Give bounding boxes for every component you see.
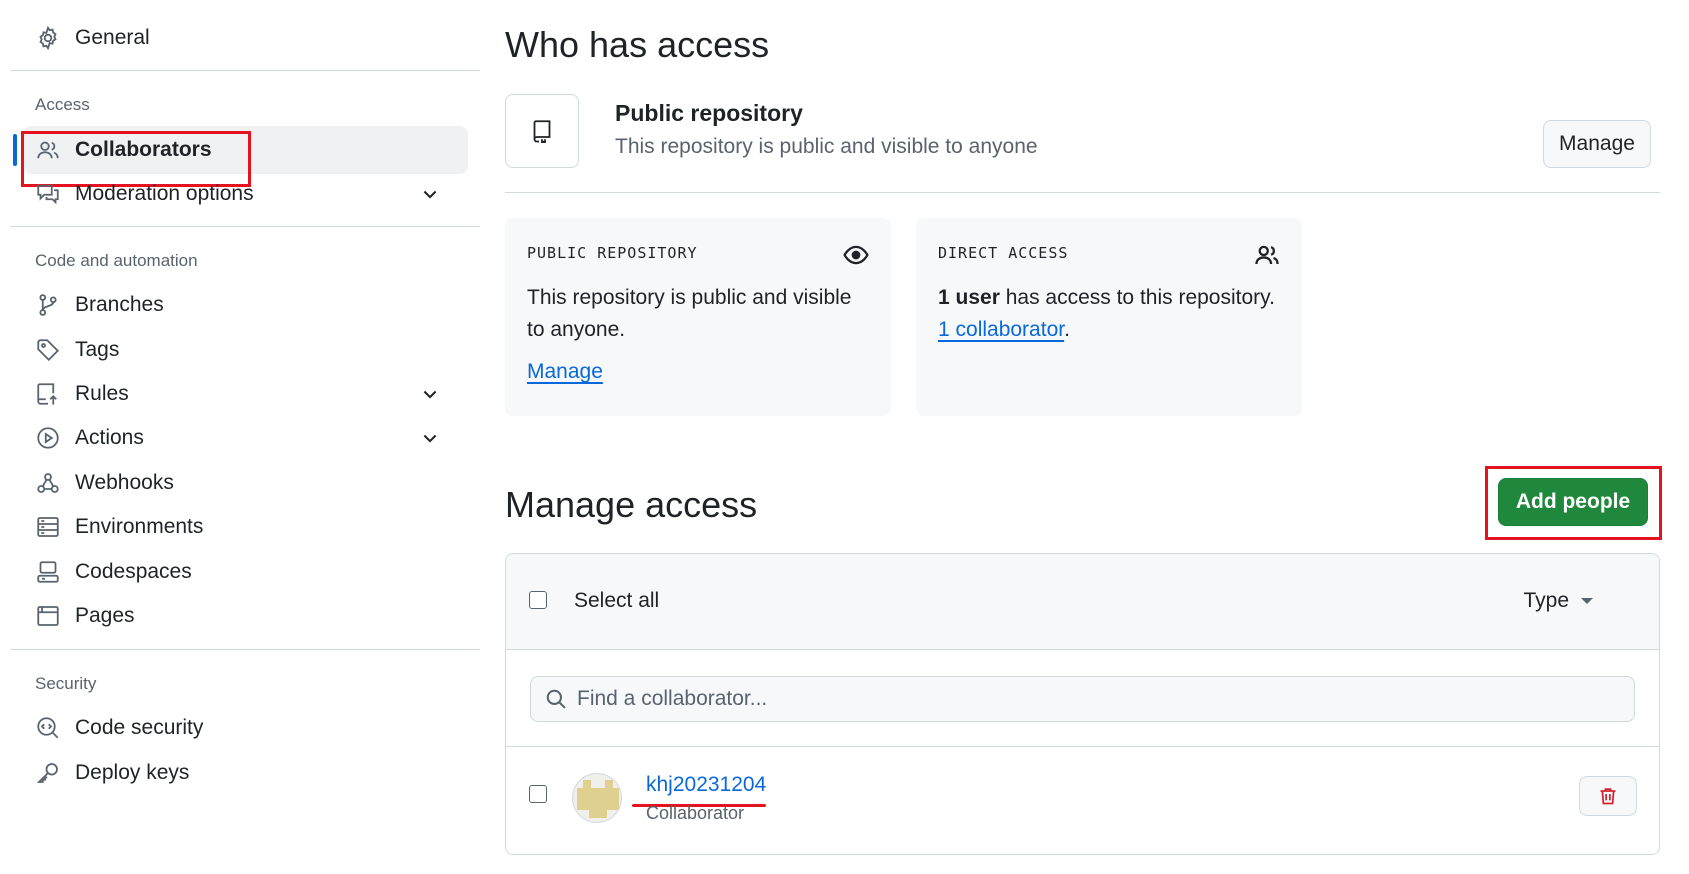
sidebar-item-label: Tags bbox=[75, 338, 120, 361]
sidebar-divider bbox=[10, 226, 480, 227]
codespaces-icon bbox=[35, 559, 61, 585]
comment-discussion-icon bbox=[35, 181, 61, 207]
sidebar-item-pages[interactable]: Pages bbox=[23, 592, 468, 640]
sidebar-section-code: Code and automation bbox=[35, 251, 198, 270]
collaborators-table: Select all Type khj20231204 bbox=[505, 553, 1660, 855]
repo-visibility-title: Public repository bbox=[615, 100, 803, 126]
gear-icon bbox=[35, 25, 61, 51]
eye-icon bbox=[843, 245, 869, 265]
row-divider bbox=[506, 746, 1659, 747]
sidebar-item-label: Deploy keys bbox=[75, 761, 190, 784]
remove-collaborator-button[interactable] bbox=[1579, 776, 1637, 816]
sidebar-item-actions[interactable]: Actions bbox=[23, 414, 468, 462]
type-filter-dropdown[interactable]: Type bbox=[1523, 589, 1593, 613]
card-text: This repository is public and visible to… bbox=[527, 286, 852, 341]
sidebar-item-deploy-keys[interactable]: Deploy keys bbox=[23, 749, 468, 797]
webhook-icon bbox=[35, 470, 61, 496]
sidebar-item-code-security[interactable]: Code security bbox=[23, 704, 468, 752]
section-divider bbox=[505, 192, 1660, 193]
sidebar-item-webhooks[interactable]: Webhooks bbox=[23, 459, 468, 507]
sidebar-item-label: Actions bbox=[75, 426, 144, 449]
sidebar-item-environments[interactable]: Environments bbox=[23, 503, 468, 551]
access-text: has access to this repository. bbox=[999, 286, 1275, 309]
search-icon bbox=[546, 689, 566, 709]
select-all-label: Select all bbox=[574, 589, 660, 612]
punctuation: . bbox=[1064, 318, 1070, 341]
sidebar-item-codespaces[interactable]: Codespaces bbox=[23, 548, 468, 596]
table-header: Select all Type bbox=[506, 554, 1659, 650]
card-text: 1 user has access to this repository. 1 c… bbox=[938, 282, 1280, 346]
user-count: 1 user bbox=[938, 286, 1000, 309]
trash-icon bbox=[1600, 788, 1616, 805]
sidebar-item-label: Rules bbox=[75, 382, 129, 405]
repo-icon bbox=[533, 120, 551, 143]
add-people-button[interactable]: Add people bbox=[1498, 478, 1648, 526]
search-input[interactable] bbox=[577, 687, 1577, 711]
git-branch-icon bbox=[35, 292, 61, 318]
sidebar-item-moderation[interactable]: Moderation options bbox=[23, 170, 468, 218]
browser-icon bbox=[35, 603, 61, 629]
sidebar-item-label: Webhooks bbox=[75, 471, 174, 494]
repo-visibility-description: This repository is public and visible to… bbox=[615, 135, 1038, 158]
row-checkbox[interactable] bbox=[529, 785, 547, 803]
public-repository-card: PUBLIC REPOSITORY This repository is pub… bbox=[505, 218, 891, 416]
repo-push-icon bbox=[35, 381, 61, 407]
collaborator-search bbox=[530, 676, 1635, 722]
avatar[interactable] bbox=[572, 773, 622, 823]
codescan-icon bbox=[35, 715, 61, 741]
select-all-checkbox[interactable] bbox=[529, 591, 547, 609]
manage-visibility-button[interactable]: Manage bbox=[1543, 120, 1651, 168]
people-icon bbox=[1255, 245, 1279, 265]
sidebar-item-label: General bbox=[75, 26, 150, 49]
type-filter-label: Type bbox=[1523, 589, 1569, 612]
chevron-down-icon[interactable] bbox=[420, 384, 440, 404]
sidebar-section-access: Access bbox=[35, 95, 90, 114]
tag-icon bbox=[35, 337, 61, 363]
sidebar-divider bbox=[10, 70, 480, 71]
card-label: DIRECT ACCESS bbox=[938, 244, 1069, 262]
settings-sidebar: General Access Collaborators Moderation … bbox=[10, 0, 480, 874]
direct-access-card: DIRECT ACCESS 1 user has access to this … bbox=[916, 218, 1302, 416]
sidebar-divider bbox=[10, 649, 480, 650]
sidebar-section-security: Security bbox=[35, 674, 97, 693]
caret-down-icon bbox=[1581, 598, 1593, 604]
page-title: Who has access bbox=[505, 24, 770, 65]
sidebar-item-tags[interactable]: Tags bbox=[23, 326, 468, 374]
manage-link[interactable]: Manage bbox=[527, 360, 603, 383]
sidebar-item-label: Branches bbox=[75, 293, 164, 316]
sidebar-item-label: Pages bbox=[75, 604, 135, 627]
collaborator-role: Collaborator bbox=[646, 803, 745, 823]
key-icon bbox=[35, 760, 61, 786]
sidebar-item-label: Codespaces bbox=[75, 560, 192, 583]
collaborator-username-link[interactable]: khj20231204 bbox=[646, 773, 766, 797]
sidebar-item-label: Moderation options bbox=[75, 182, 254, 205]
sidebar-item-general[interactable]: General bbox=[23, 14, 468, 62]
server-icon bbox=[35, 514, 61, 540]
sidebar-item-rules[interactable]: Rules bbox=[23, 370, 468, 418]
sidebar-item-label: Environments bbox=[75, 515, 204, 538]
main-content: Who has access Public repository This re… bbox=[505, 0, 1662, 874]
collaborator-count-link[interactable]: 1 collaborator bbox=[938, 318, 1064, 341]
sidebar-item-label: Code security bbox=[75, 716, 204, 739]
chevron-down-icon[interactable] bbox=[420, 184, 440, 204]
manage-access-title: Manage access bbox=[505, 484, 758, 525]
chevron-down-icon[interactable] bbox=[420, 428, 440, 448]
play-circle-icon bbox=[35, 425, 61, 451]
repo-visibility-box bbox=[505, 94, 579, 168]
identicon-image bbox=[577, 780, 619, 818]
sidebar-item-branches[interactable]: Branches bbox=[23, 281, 468, 329]
card-label: PUBLIC REPOSITORY bbox=[527, 244, 698, 262]
